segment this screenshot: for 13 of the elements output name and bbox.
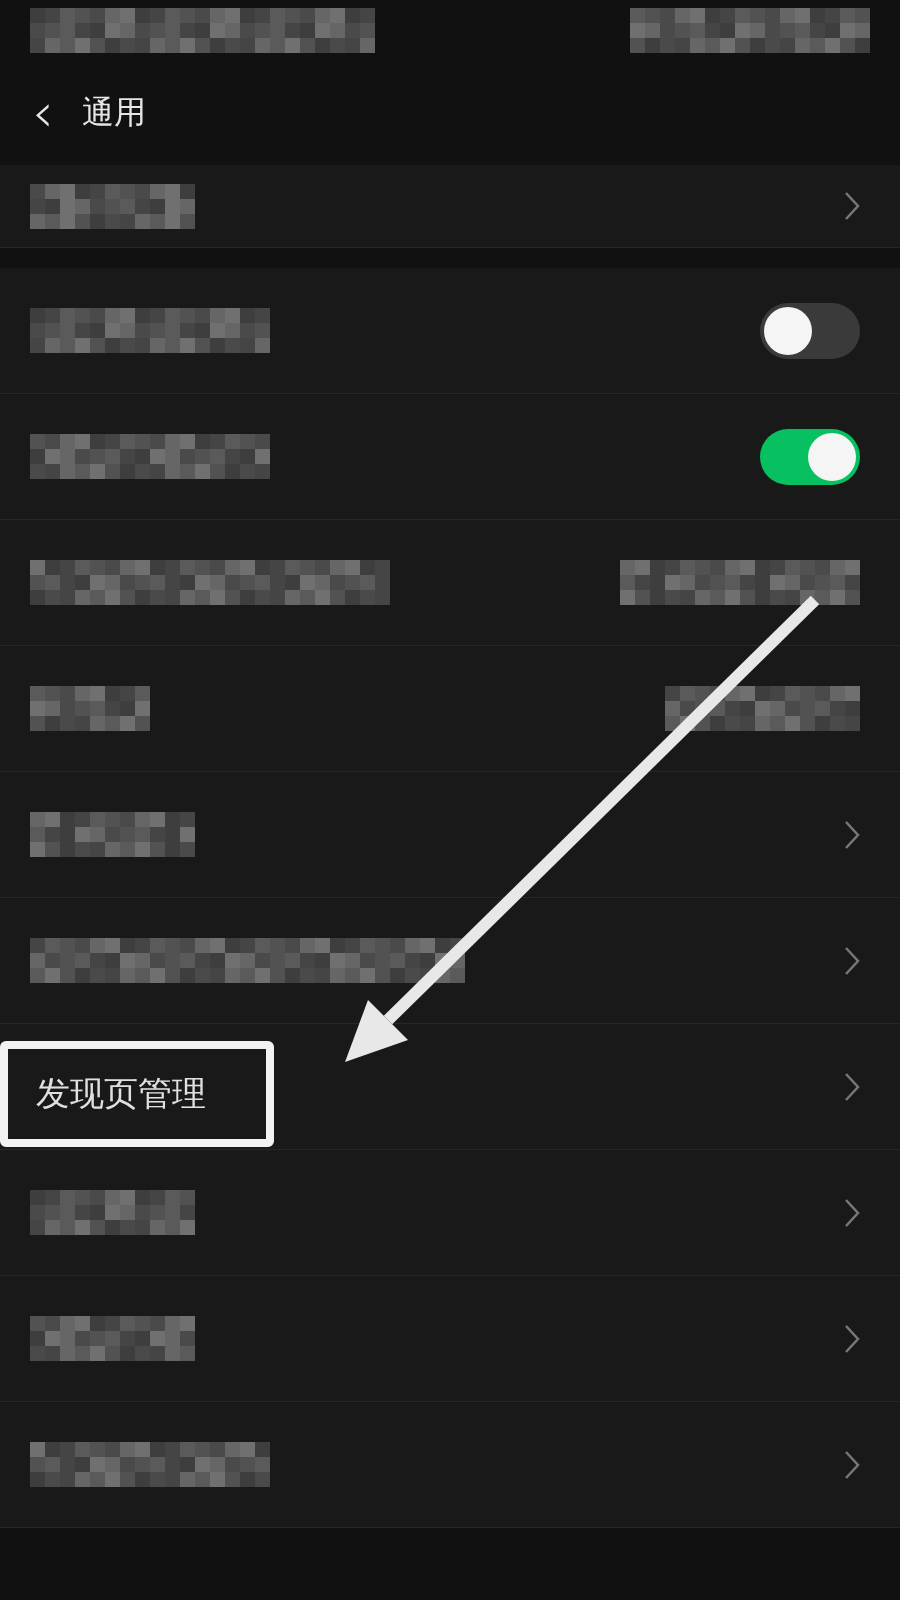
- back-button[interactable]: ‹: [32, 85, 54, 140]
- chevron-icon: [844, 1071, 860, 1102]
- setting-label: 发现页管理: [36, 1072, 206, 1113]
- chevron-icon: [844, 1323, 860, 1354]
- settings-row[interactable]: [0, 394, 900, 520]
- settings-row[interactable]: [0, 898, 900, 1024]
- chevron-icon: [844, 1449, 860, 1480]
- settings-row[interactable]: 发现页管理: [0, 1024, 900, 1150]
- chevron-icon: [844, 191, 860, 221]
- chevron-icon: [844, 1197, 860, 1228]
- chevron-icon: [844, 819, 860, 850]
- chevron-icon: [844, 945, 860, 976]
- page-title: 通用: [81, 91, 146, 133]
